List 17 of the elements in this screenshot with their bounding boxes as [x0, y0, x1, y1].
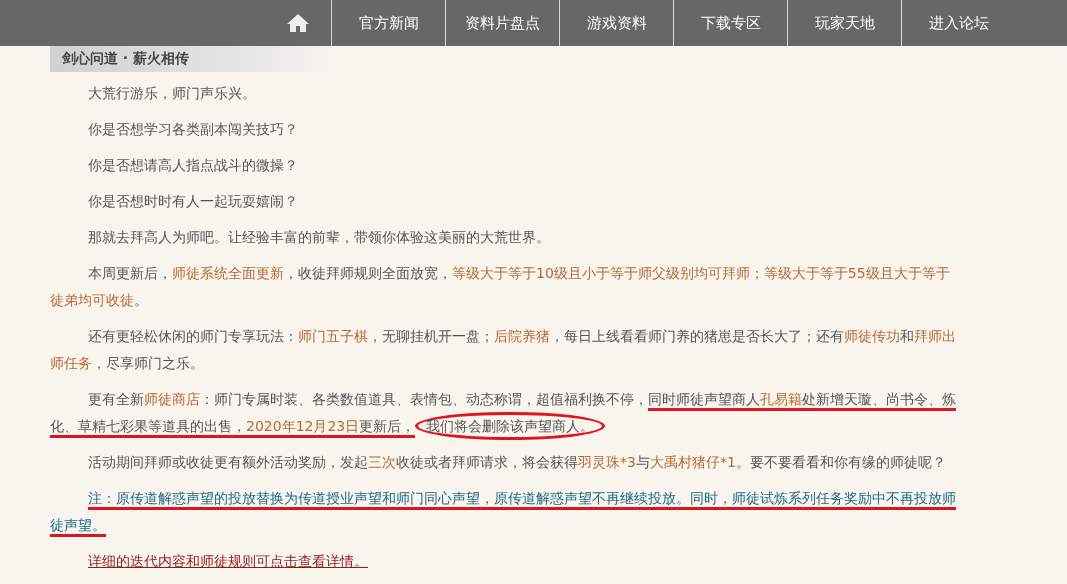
home-icon[interactable]: [286, 13, 310, 33]
paragraph: 本周更新后，师徒系统全面更新，收徒拜师规则全面放宽，等级大于等于10级且小于等于师父级别均可拜师；等级大于等于55级且大于等于徒弟均可收徒。: [50, 264, 951, 310]
nav-link[interactable]: 游戏资料: [559, 0, 673, 46]
nav-link[interactable]: 下载专区: [673, 0, 787, 46]
paragraph: 大荒行游乐，师门声乐兴。: [87, 84, 257, 103]
paragraph: 还有更轻松休闲的师门专享玩法：师门五子棋，无聊挂机开一盘；后院养猪，每日上线看看师门养的猪崽是否长大了；还有师徒传功和拜师出师任务，尽享师门之乐。: [50, 327, 957, 373]
nav-link[interactable]: 进入论坛: [901, 0, 1015, 46]
paragraph: 你是否想请高人指点战斗的微操？: [87, 156, 299, 175]
note-paragraph: 注：原传道解惑声望的投放替换为传道授业声望和师门同心声望，原传道解惑声望不再继续投放。同时，师徒试炼系列任务奖励中不再投放师徒声望。: [50, 485, 962, 539]
paragraph: 你是否想时时有人一起玩耍嬉闹？: [87, 192, 299, 211]
paragraph: 你是否想学习各类副本闯关技巧？: [87, 120, 299, 139]
nav-link[interactable]: 官方新闻: [331, 0, 445, 46]
paragraph: 那就去拜高人为师吧。让经验丰富的前辈，带领你体验这美丽的大荒世界。: [87, 228, 551, 247]
paragraph: 更有全新师徒商店：师门专属时装、各类数值道具、表情包、动态称谓，超值福利换不停，同时师徒声望商人孔易籍处新增天璇、尚书令、炼化、草精七彩果等道具的出售，2020年12月23日更新后， 我们将会删除该声望商人。: [50, 386, 962, 440]
nav-link[interactable]: 玩家天地: [787, 0, 901, 46]
paragraph: 活动期间拜师或收徒更有额外活动奖励，发起三次收徒或者拜师请求，将会获得羽灵珠*3与大禹村猪仔*1。要不要看看和你有缘的师徒呢？: [87, 453, 947, 472]
nav-link[interactable]: 资料片盘点: [445, 0, 559, 46]
